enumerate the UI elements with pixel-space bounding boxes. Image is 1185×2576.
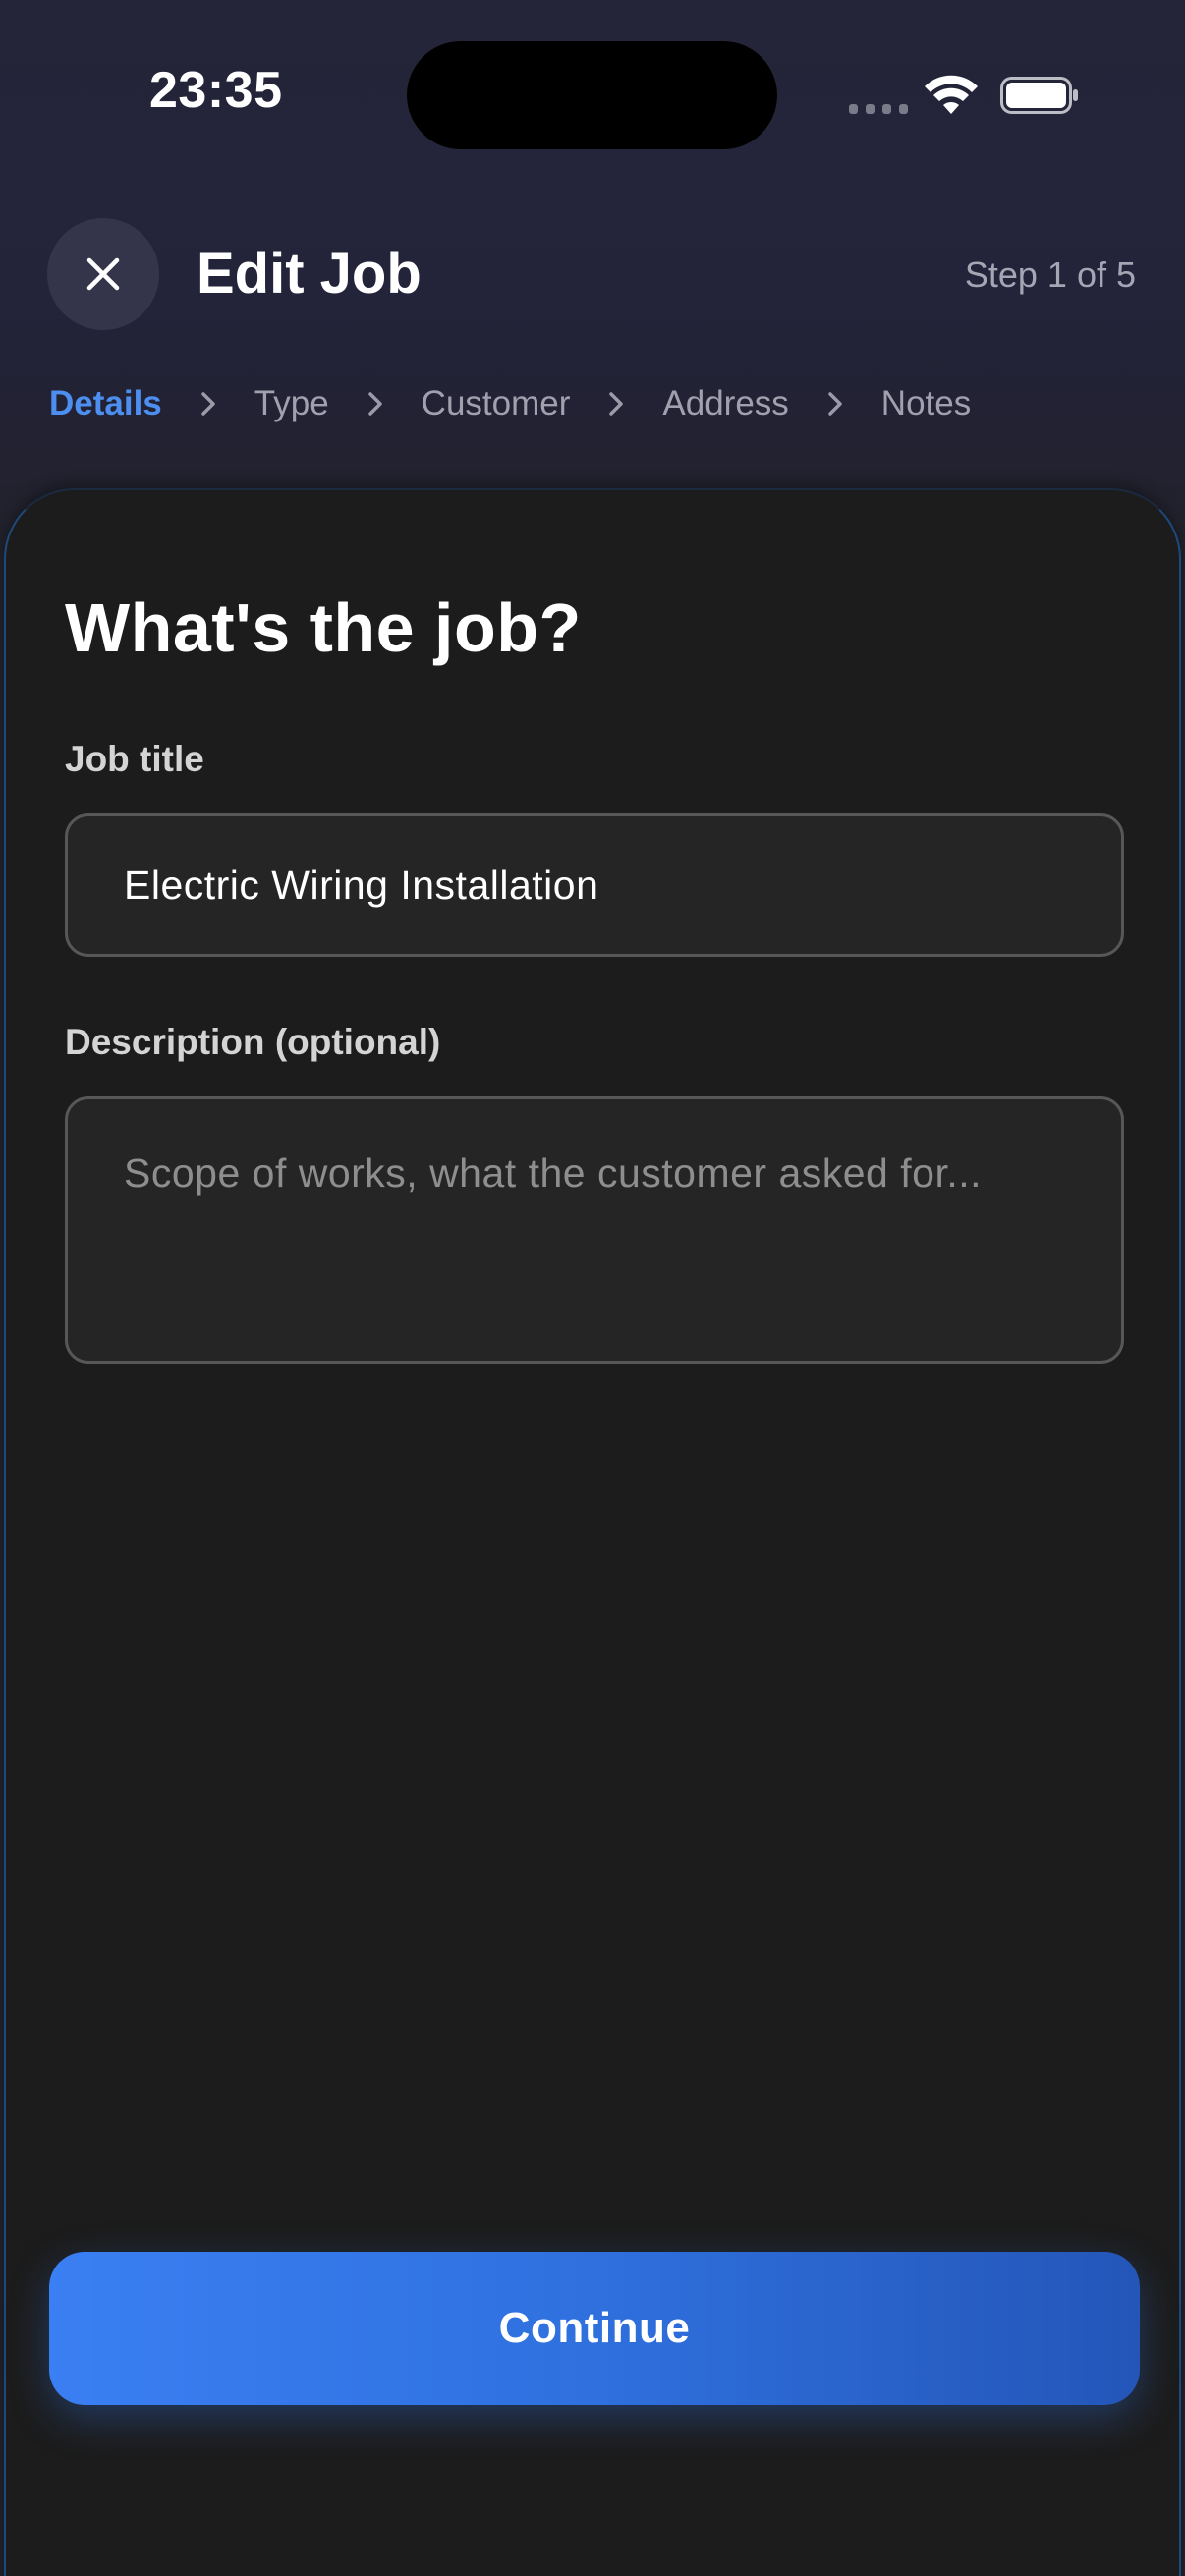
chevron-right-icon bbox=[359, 387, 392, 420]
continue-button[interactable]: Continue bbox=[49, 2252, 1140, 2405]
breadcrumb-item-address[interactable]: Address bbox=[662, 379, 788, 428]
close-icon bbox=[86, 257, 120, 291]
breadcrumb-item-notes[interactable]: Notes bbox=[881, 379, 971, 428]
chevron-right-icon bbox=[818, 387, 852, 420]
form-heading: What's the job? bbox=[65, 589, 582, 666]
form-sheet: What's the job? Job title Description (o… bbox=[4, 488, 1181, 2576]
breadcrumb-item-customer[interactable]: Customer bbox=[422, 379, 571, 428]
chevron-right-icon bbox=[192, 387, 225, 420]
cellular-signal-icon bbox=[849, 104, 908, 116]
battery-icon bbox=[1000, 77, 1078, 114]
edit-job-screen: 23:35 Edit Job Step 1 of 5 Details Type … bbox=[0, 0, 1185, 2576]
dynamic-island bbox=[407, 41, 777, 149]
chevron-right-icon bbox=[599, 387, 633, 420]
page-title: Edit Job bbox=[197, 242, 422, 306]
wifi-icon bbox=[925, 75, 978, 114]
breadcrumb: Details Type Customer Address Notes bbox=[49, 379, 971, 428]
breadcrumb-item-type[interactable]: Type bbox=[254, 379, 329, 428]
breadcrumb-item-details[interactable]: Details bbox=[49, 379, 162, 428]
description-label: Description (optional) bbox=[65, 1022, 441, 1062]
job-title-label: Job title bbox=[65, 739, 204, 779]
job-title-input[interactable] bbox=[65, 813, 1124, 957]
close-button[interactable] bbox=[47, 218, 159, 330]
step-indicator: Step 1 of 5 bbox=[964, 254, 1136, 295]
status-time: 23:35 bbox=[149, 62, 283, 119]
description-textarea[interactable]: Scope of works, what the customer asked … bbox=[65, 1096, 1124, 1364]
